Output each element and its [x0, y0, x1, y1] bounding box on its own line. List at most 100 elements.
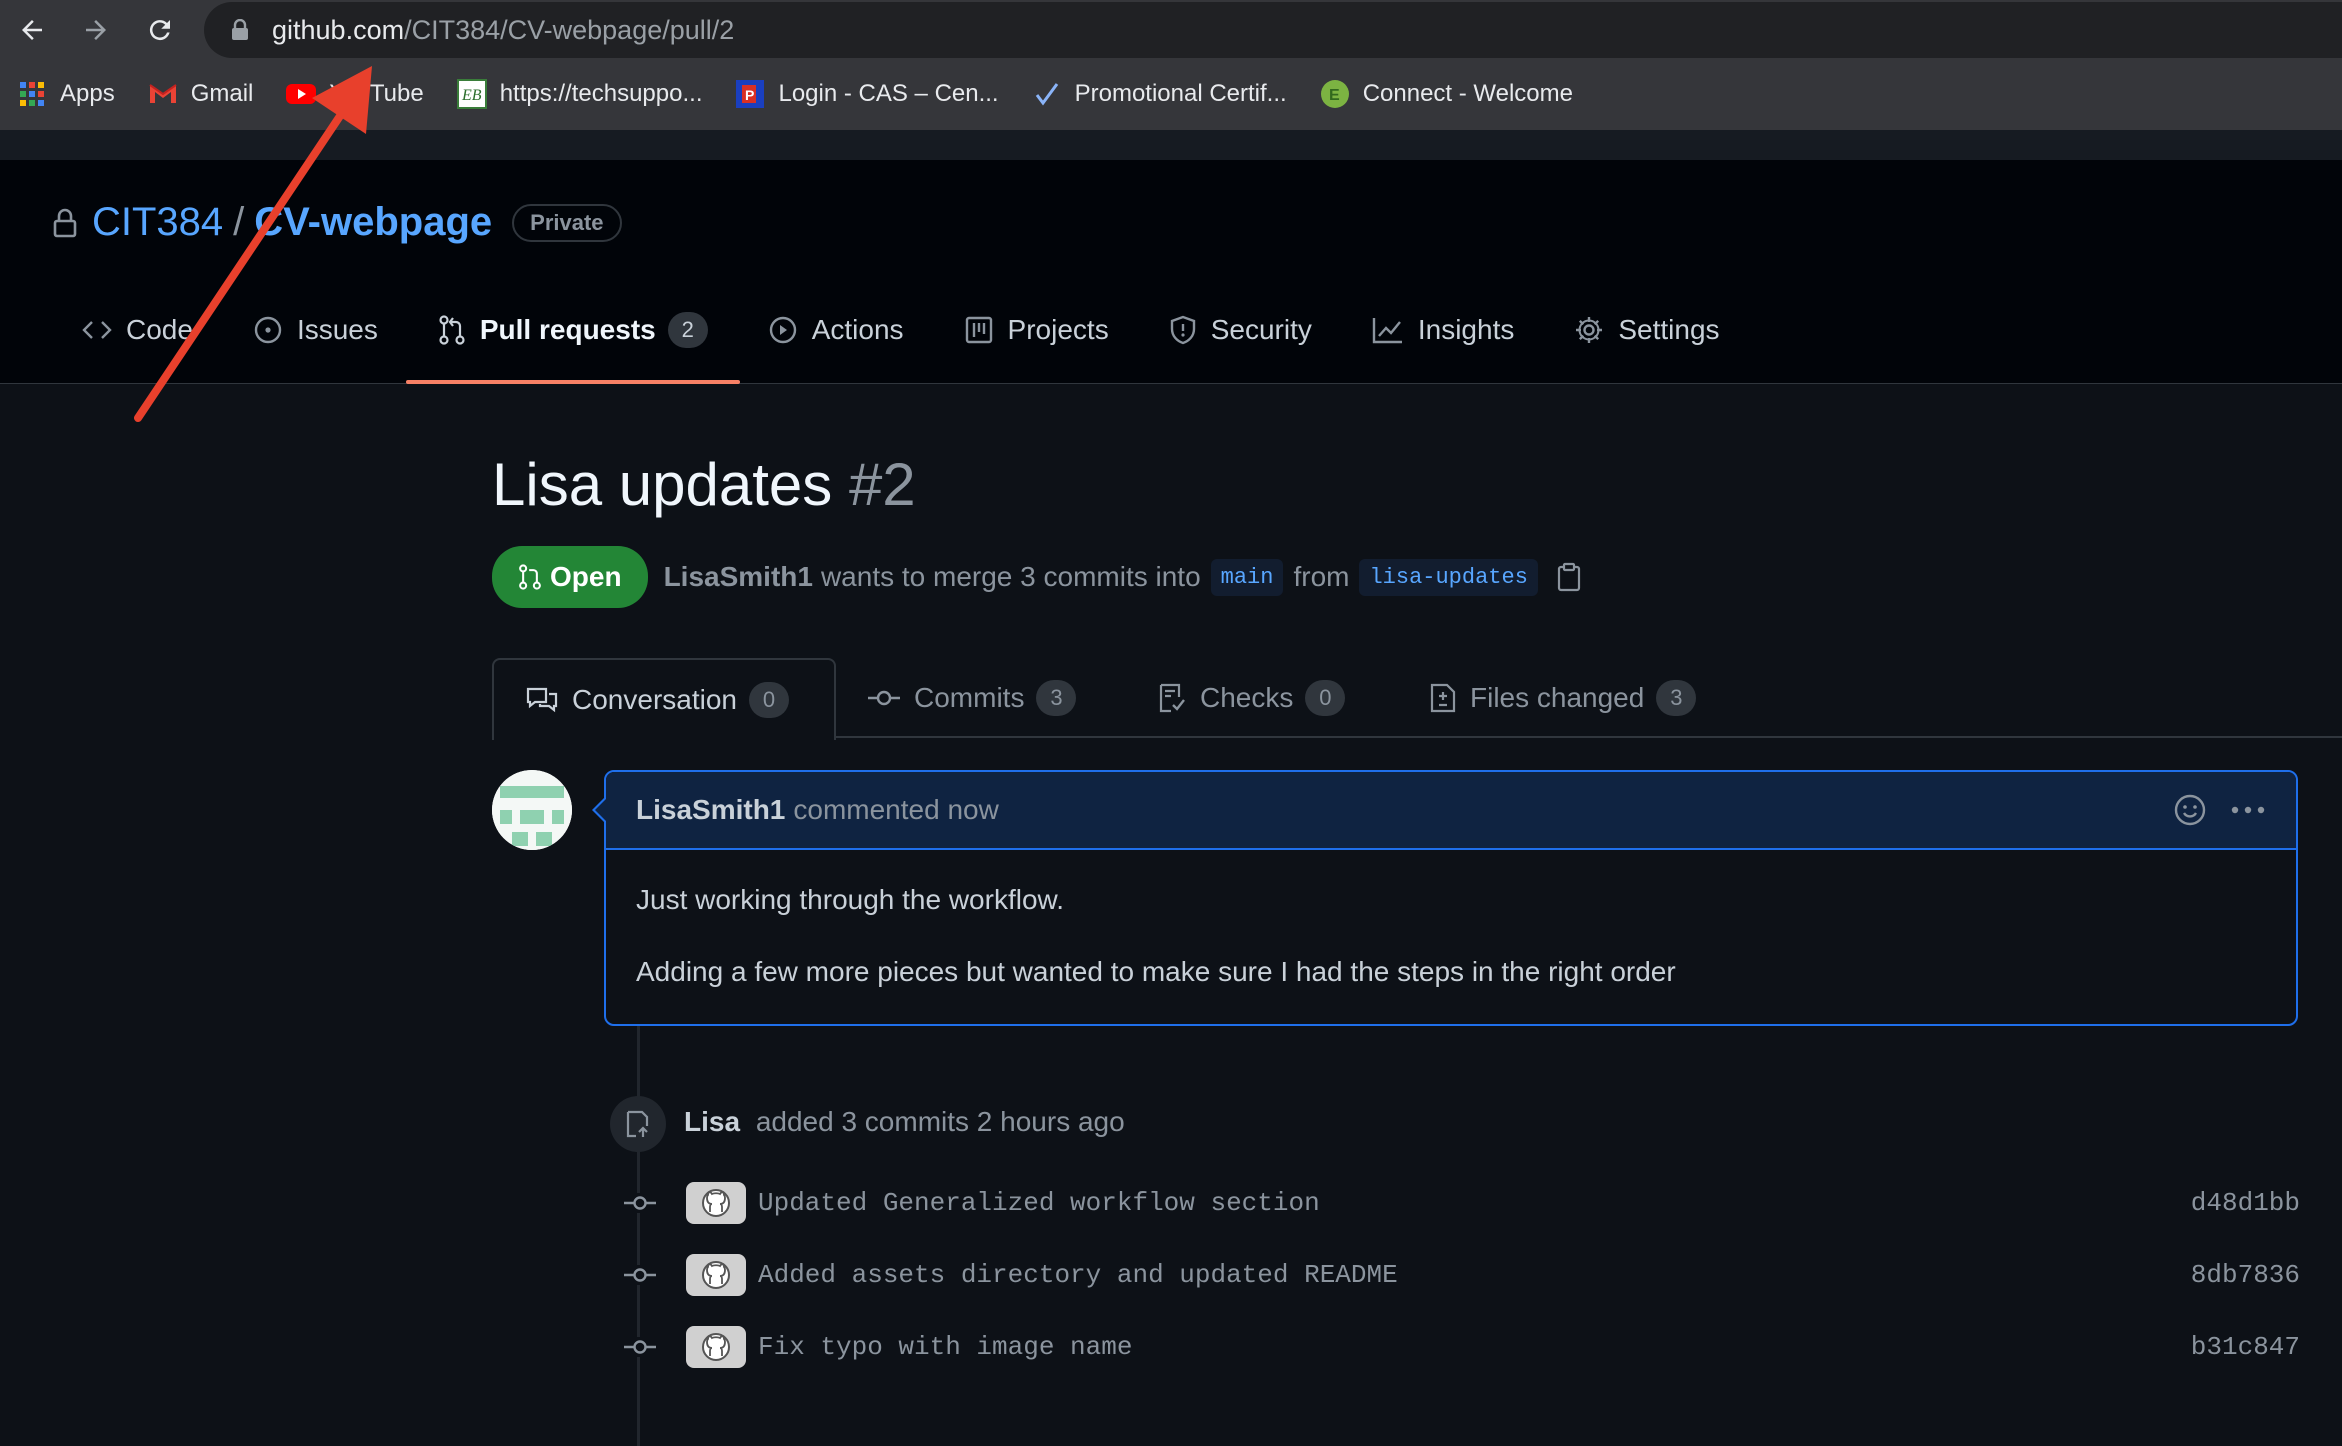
github-avatar-icon[interactable] — [686, 1182, 746, 1224]
shield-icon — [1169, 315, 1197, 345]
youtube-icon — [285, 78, 317, 110]
comment-discussion-icon — [526, 686, 558, 714]
kebab-horizontal-icon[interactable] — [2230, 805, 2266, 815]
reload-button[interactable] — [138, 8, 182, 52]
tab-files-changed[interactable]: Files changed 3 — [1430, 658, 1697, 738]
copy-icon[interactable] — [1556, 562, 1582, 592]
checklist-icon — [1158, 683, 1186, 713]
lock-icon — [220, 19, 260, 41]
tab-projects[interactable]: Projects — [964, 300, 1109, 360]
pr-author-link[interactable]: LisaSmith1 — [664, 561, 813, 593]
pull-requests-count: 2 — [667, 312, 708, 348]
bookmark-cas-login[interactable]: P Login - CAS – Cen... — [734, 78, 999, 110]
commit-row: Fix typo with image name b31c847 — [620, 1322, 2300, 1372]
repo-owner-link[interactable]: CIT384 — [92, 200, 223, 245]
commit-message-link[interactable]: Fix typo with image name — [758, 1332, 1132, 1362]
commit-message-link[interactable]: Updated Generalized workflow section — [758, 1188, 1320, 1218]
project-icon — [964, 315, 994, 345]
commit-row: Added assets directory and updated READM… — [620, 1250, 2300, 1300]
github-avatar-icon[interactable] — [686, 1254, 746, 1296]
page-top-strip — [0, 130, 2342, 160]
bookmarks-bar: Apps Gmail YouTube EB https://techsuppo.… — [0, 58, 2342, 130]
commits-count: 3 — [1036, 680, 1077, 716]
arrow-right-icon — [86, 20, 106, 40]
git-commit-icon — [868, 688, 900, 708]
commit-sha-link[interactable]: b31c847 — [2191, 1332, 2300, 1362]
tab-commits[interactable]: Commits 3 — [868, 658, 1077, 738]
gear-icon — [1574, 315, 1604, 345]
tab-checks[interactable]: Checks 0 — [1158, 658, 1346, 738]
push-author-link[interactable]: Lisa — [684, 1106, 740, 1137]
timeline-line — [637, 1026, 640, 1446]
graph-icon — [1372, 316, 1404, 344]
eb-icon: EB — [456, 78, 488, 110]
git-commit-icon — [620, 1337, 660, 1357]
reload-icon — [149, 20, 170, 41]
head-branch[interactable]: lisa-updates — [1359, 558, 1538, 596]
tab-conversation[interactable]: Conversation 0 — [492, 658, 836, 740]
comment-paragraph: Adding a few more pieces but wanted to m… — [636, 956, 1676, 987]
pull-request-icon — [438, 315, 466, 345]
private-badge: Private — [512, 203, 622, 242]
github-avatar-icon[interactable] — [686, 1326, 746, 1368]
address-bar[interactable]: github.com/CIT384/CV-webpage/pull/2 — [204, 2, 2342, 58]
checkmark-icon — [1031, 78, 1063, 110]
lock-icon — [52, 208, 78, 238]
tab-actions[interactable]: Actions — [768, 300, 904, 360]
tab-pull-requests[interactable]: Pull requests 2 — [405, 300, 740, 384]
base-branch[interactable]: main — [1210, 558, 1284, 596]
tab-insights[interactable]: Insights — [1372, 300, 1514, 360]
file-diff-icon — [1430, 683, 1456, 713]
state-badge: Open — [492, 546, 648, 608]
git-commit-icon — [620, 1193, 660, 1213]
comment-body: Just working through the workflow. Addin… — [606, 850, 2296, 1062]
issue-icon — [253, 315, 283, 345]
bookmark-gmail[interactable]: Gmail — [147, 78, 253, 110]
pr-number: #2 — [848, 451, 916, 518]
url-text: github.com/CIT384/CV-webpage/pull/2 — [272, 14, 735, 45]
repo-name-link[interactable]: CV-webpage — [254, 200, 492, 245]
comment-paragraph: Just working through the workflow. — [636, 884, 1064, 915]
avatar[interactable] — [492, 770, 572, 850]
arrow-left-icon — [22, 20, 42, 40]
gmail-icon — [147, 78, 179, 110]
from-text: from — [1293, 561, 1350, 592]
tab-code[interactable]: Code — [82, 300, 193, 360]
bookmark-promotional[interactable]: Promotional Certif... — [1031, 78, 1287, 110]
repo-nav: Code Issues Pull requests 2 Actions Proj… — [82, 300, 1780, 384]
commit-sha-link[interactable]: d48d1bb — [2191, 1188, 2300, 1218]
comment-header: LisaSmith1 commented now — [595, 772, 2296, 850]
forward-button[interactable] — [74, 8, 118, 52]
pull-request-icon — [518, 563, 542, 591]
pr-tabs: Conversation 0 Commits 3 Checks 0 Files … — [492, 658, 2342, 740]
comment-author-link[interactable]: LisaSmith1 — [636, 794, 785, 826]
bookmark-apps[interactable]: Apps — [16, 78, 115, 110]
tab-issues[interactable]: Issues — [253, 300, 378, 360]
smiley-icon[interactable] — [2172, 792, 2208, 828]
commit-message-link[interactable]: Added assets directory and updated READM… — [758, 1260, 1398, 1290]
repo-separator: / — [233, 200, 245, 244]
repo-title: CIT384 / CV-webpage Private — [52, 200, 622, 245]
pr-title: Lisa updates #2 — [492, 451, 916, 518]
push-event: Lisa added 3 commits 2 hours ago — [684, 1106, 1125, 1137]
files-changed-count: 3 — [1656, 680, 1697, 716]
apps-grid-icon — [16, 78, 48, 110]
play-icon — [768, 315, 798, 345]
svg-text:EB: EB — [461, 87, 482, 104]
tab-settings[interactable]: Settings — [1574, 300, 1720, 360]
repo-header: CIT384 / CV-webpage Private Code Issues … — [0, 160, 2342, 384]
git-commit-icon — [620, 1265, 660, 1285]
checks-count: 0 — [1305, 680, 1346, 716]
bookmark-techsupport[interactable]: EB https://techsuppo... — [456, 78, 702, 110]
browser-toolbar: github.com/CIT384/CV-webpage/pull/2 — [0, 0, 2342, 58]
commit-row: Updated Generalized workflow section d48… — [620, 1178, 2300, 1228]
comment-box: LisaSmith1 commented now Just working th… — [592, 770, 2298, 1026]
bookmark-youtube[interactable]: YouTube — [285, 78, 424, 110]
commit-sha-link[interactable]: 8db7836 — [2191, 1260, 2300, 1290]
comment-time[interactable]: commented now — [793, 794, 998, 826]
back-button[interactable] — [10, 8, 54, 52]
tab-security[interactable]: Security — [1169, 300, 1312, 360]
repo-push-icon — [610, 1096, 666, 1152]
bookmark-connect[interactable]: E Connect - Welcome — [1319, 78, 1573, 110]
code-icon — [82, 318, 112, 342]
